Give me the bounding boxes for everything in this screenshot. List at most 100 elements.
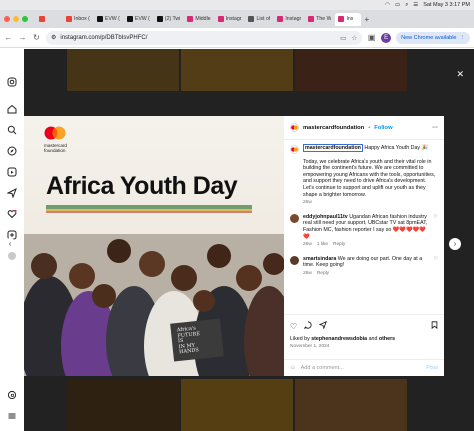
extensions-icon[interactable]: ▣ — [367, 33, 376, 42]
menubar-clock[interactable]: Sat May 3 3:17 PM — [423, 2, 470, 8]
post-username[interactable]: mastercardfoundation — [303, 125, 364, 131]
emoji-icon[interactable]: ☺ — [290, 365, 296, 371]
browser-tab[interactable]: Middle — [184, 13, 213, 26]
browser-tab[interactable]: The W — [305, 13, 334, 26]
close-window-icon[interactable] — [4, 16, 10, 22]
crowd-photo — [24, 234, 284, 376]
battery-icon[interactable]: ▭ — [395, 2, 400, 8]
home-icon[interactable] — [7, 103, 18, 114]
comment-time: 26w — [303, 270, 312, 276]
follow-button[interactable]: Follow — [374, 125, 392, 131]
tab-title: Instagr — [285, 16, 302, 22]
chalkboard-sign-text: Africa's FUTURE IS IN MY HANDS — [176, 325, 201, 356]
post-comment-button[interactable]: Post — [426, 365, 438, 371]
reply-button[interactable]: Reply — [317, 271, 329, 278]
browser-tab[interactable]: Instagr — [274, 13, 304, 26]
browser-tab[interactable]: Ins — [335, 12, 362, 26]
caption-avatar[interactable] — [290, 145, 299, 154]
back-icon[interactable]: ← — [4, 33, 13, 42]
forward-icon[interactable]: → — [18, 33, 27, 42]
like-heart-icon[interactable]: ♡ — [290, 322, 297, 331]
reload-icon[interactable]: ↻ — [32, 33, 41, 42]
threads-icon[interactable] — [7, 389, 18, 400]
menu-icon[interactable] — [7, 410, 18, 421]
browser-tab[interactable]: Instagr — [215, 13, 245, 26]
tab-title: Ins — [346, 16, 354, 22]
post-actions: ♡ Liked by stephenandrewsdobia and other… — [284, 314, 444, 349]
cast-icon[interactable]: ▭ — [340, 34, 346, 42]
tab-title: EVW ( — [104, 16, 120, 22]
browser-tab[interactable]: EVW ( — [124, 13, 153, 26]
comment-username[interactable]: eddyjohnpaul11tv — [303, 214, 348, 220]
next-post-icon[interactable]: › — [449, 238, 461, 250]
instagram-page: ✕ ‹ › Africa's FUTURE IS IN MY HANDS mas… — [0, 49, 474, 431]
tab-title: Instagr — [225, 16, 242, 22]
post-date: November 1, 2024 — [290, 344, 330, 349]
browser-tab[interactable]: List of — [245, 13, 273, 26]
tab-favicon-icon — [126, 16, 133, 22]
caption-username[interactable]: mastercardfoundation — [303, 144, 363, 152]
caption-greeting: Happy Africa Youth Day 🎉 — [362, 145, 429, 151]
comment-likes[interactable]: 1 like — [317, 242, 328, 249]
browser-tab[interactable]: Inbox ( — [63, 13, 93, 26]
post-headline: Africa Youth Day — [46, 172, 238, 200]
tab-strip: Inbox (EVW (EVW ((2) Twi Middle Instagr Lis… — [0, 10, 474, 28]
mac-menubar: ◠ ▭ ⌕ ☰ Sat May 3 3:17 PM — [0, 0, 474, 10]
url-text: instagram.com/p/DBTbIsvPHFC/ — [60, 34, 148, 41]
comments-section[interactable]: mastercardfoundation Happy Africa Youth … — [284, 140, 444, 308]
address-bar[interactable]: ⚙ instagram.com/p/DBTbIsvPHFC/ ▭ ☆ — [46, 30, 363, 45]
more-icon: ⋮ — [459, 34, 466, 41]
tab-title: List of — [256, 16, 271, 22]
kente-pattern — [46, 205, 252, 213]
instagram-logo-icon[interactable] — [7, 76, 18, 87]
commenter-avatar[interactable] — [290, 213, 299, 223]
post-header: mastercardfoundation • Follow ··· — [284, 116, 444, 140]
profile-avatar-icon[interactable] — [7, 250, 18, 261]
tab-favicon-icon — [96, 16, 103, 22]
wifi-icon[interactable]: ◠ — [385, 2, 390, 8]
comment-username[interactable]: smartsindara — [303, 256, 336, 262]
add-comment-bar: ☺ Add a comment... Post — [284, 359, 444, 376]
search-icon[interactable] — [7, 124, 18, 135]
share-icon[interactable] — [318, 321, 328, 331]
profile-avatar[interactable]: E — [381, 32, 392, 43]
notifications-heart-icon[interactable] — [7, 208, 18, 219]
liked-by-others[interactable]: others — [379, 336, 395, 342]
previous-post-icon[interactable]: ‹ — [4, 238, 16, 250]
window-controls — [4, 16, 28, 22]
close-icon[interactable]: ✕ — [456, 69, 464, 80]
commenter-avatar[interactable] — [290, 255, 299, 265]
more-options-icon[interactable]: ··· — [432, 125, 438, 131]
like-comment-icon[interactable]: ♡ — [434, 256, 438, 278]
liked-by-user[interactable]: stephenandrewsdobia — [311, 336, 367, 342]
add-comment-input[interactable]: Add a comment... — [301, 365, 344, 371]
control-center-icon[interactable]: ☰ — [413, 2, 418, 8]
site-info-icon[interactable]: ⚙ — [51, 34, 56, 41]
mastercard-avatar[interactable] — [290, 123, 299, 132]
browser-tab[interactable] — [36, 13, 62, 26]
caption-time: 26w — [303, 200, 312, 206]
new-tab-button[interactable]: + — [364, 15, 369, 24]
minimize-window-icon[interactable] — [13, 16, 19, 22]
zoom-window-icon[interactable] — [22, 16, 28, 22]
explore-icon[interactable] — [7, 145, 18, 156]
new-chrome-available-button[interactable]: New Chrome available ⋮ — [396, 31, 470, 44]
bookmark-star-icon[interactable]: ☆ — [351, 34, 357, 42]
tab-favicon-icon — [39, 16, 45, 22]
mastercard-logo: mastercard foundation — [44, 126, 67, 153]
post-image[interactable]: Africa's FUTURE IS IN MY HANDS mastercar… — [24, 116, 284, 376]
messages-icon[interactable] — [7, 187, 18, 198]
browser-toolbar: ← → ↻ ⚙ instagram.com/p/DBTbIsvPHFC/ ▭ ☆… — [0, 28, 474, 48]
reels-icon[interactable] — [7, 166, 18, 177]
browser-tab[interactable]: EVW ( — [94, 13, 123, 26]
reply-button[interactable]: Reply — [333, 242, 345, 249]
comment-bubble-icon[interactable] — [304, 321, 312, 331]
like-comment-icon[interactable]: ♡ — [434, 214, 438, 249]
tab-title: Inbox ( — [74, 16, 90, 22]
tab-favicon-icon — [338, 16, 345, 22]
mastercard-circles-icon — [44, 126, 66, 140]
tab-favicon-icon — [217, 16, 224, 22]
browser-tab[interactable]: (2) Twi — [154, 13, 183, 26]
search-icon[interactable]: ⌕ — [405, 2, 408, 9]
save-bookmark-icon[interactable] — [431, 321, 438, 331]
